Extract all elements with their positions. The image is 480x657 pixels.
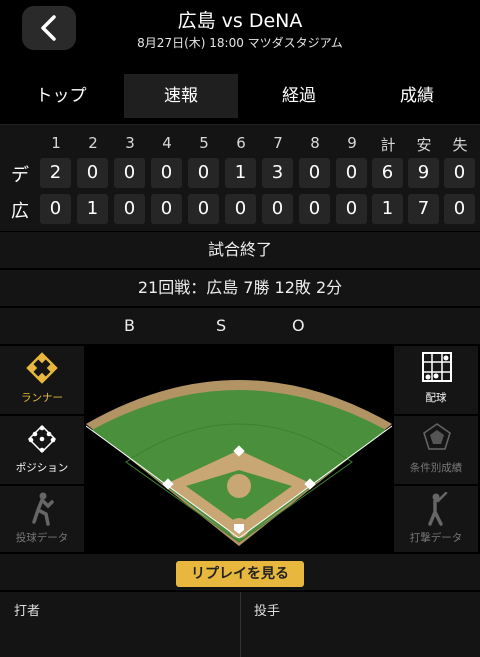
inning-header: 計	[380, 136, 396, 154]
score-cell: 0	[151, 194, 182, 224]
pitch-data-label: 投球データ	[15, 532, 69, 544]
score-cell: 0	[444, 158, 475, 188]
batting-data-button[interactable]: 打撃データ	[394, 486, 478, 552]
score-cell: 0	[336, 158, 367, 188]
team-name: 広	[11, 201, 29, 222]
batter-label: 打者	[14, 604, 41, 619]
pitcher-label: 投手	[254, 604, 281, 619]
runner-label: ランナー	[21, 392, 63, 404]
score-cell: 0	[77, 158, 108, 188]
pitch-data-button[interactable]: 投球データ	[0, 486, 84, 552]
score-cell: 0	[114, 158, 145, 188]
tab-live[interactable]: 速報	[124, 74, 238, 118]
score-cell: 1	[225, 158, 256, 188]
strike-label: S	[216, 316, 227, 335]
tab-top[interactable]: トップ	[4, 74, 118, 118]
position-label: ポジション	[15, 462, 69, 474]
position-diamond-icon	[27, 424, 57, 454]
score-cell: 0	[151, 158, 182, 188]
tab-stats[interactable]: 成績	[360, 74, 474, 118]
back-button[interactable]	[22, 6, 76, 50]
inning-header: 3	[125, 134, 135, 152]
inning-header: 2	[88, 134, 98, 152]
replay-button[interactable]: リプレイを見る	[176, 561, 304, 587]
score-cell: 0	[262, 194, 293, 224]
batting-data-label: 打撃データ	[409, 532, 463, 544]
out-label: O	[292, 316, 305, 335]
score-cell: 7	[408, 194, 439, 224]
inning-header: 7	[273, 134, 283, 152]
score-cell: 0	[114, 194, 145, 224]
chevron-left-icon	[41, 15, 56, 41]
score-cell: 0	[40, 194, 71, 224]
tab-bar: トップ 速報 経過 成績	[0, 68, 480, 124]
tab-progress[interactable]: 経過	[242, 74, 356, 118]
divider	[240, 592, 241, 657]
page-title: 広島 vs DeNA	[177, 10, 303, 32]
split-stats-label: 条件別成績	[409, 462, 463, 474]
field-diagram	[85, 380, 393, 546]
inning-header: 8	[310, 134, 320, 152]
runner-button[interactable]: ランナー	[0, 346, 84, 414]
score-cell: 0	[188, 194, 219, 224]
score-cell: 3	[262, 158, 293, 188]
baseball-field	[85, 346, 393, 552]
ball-label: B	[124, 316, 135, 335]
score-cell: 0	[299, 194, 330, 224]
score-cell: 0	[444, 194, 475, 224]
pitch-sequence-button[interactable]: 配球	[394, 346, 478, 414]
pitch-sequence-label: 配球	[425, 392, 447, 404]
game-info: 8月27日(木) 18:00 マツダスタジアム	[137, 36, 343, 50]
bso-count: B S O	[0, 308, 480, 344]
score-cell: 0	[336, 194, 367, 224]
scoreboard: 123456789計安失デ200001300690広010000000170	[0, 124, 480, 231]
position-button[interactable]: ポジション	[0, 416, 84, 484]
inning-header: 1	[51, 134, 61, 152]
team-name: デ	[11, 165, 29, 186]
score-cell: 0	[188, 158, 219, 188]
pitcher-icon	[32, 492, 54, 526]
score-cell: 9	[408, 158, 439, 188]
batter-icon	[428, 492, 448, 526]
score-cell: 2	[40, 158, 71, 188]
pitch-grid-icon	[422, 352, 452, 382]
inning-header: 安	[416, 136, 432, 154]
inning-header: 失	[452, 136, 468, 154]
score-cell: 0	[299, 158, 330, 188]
score-cell: 6	[372, 158, 403, 188]
split-stats-button[interactable]: 条件別成績	[394, 416, 478, 484]
game-status: 試合終了	[0, 232, 480, 268]
inning-header: 6	[236, 134, 246, 152]
series-record: 21回戦：広島 7勝 12敗 2分	[0, 270, 480, 306]
score-cell: 1	[77, 194, 108, 224]
inning-header: 5	[199, 134, 209, 152]
score-cell: 1	[372, 194, 403, 224]
radar-chart-icon	[423, 423, 451, 450]
inning-header: 9	[347, 134, 357, 152]
score-cell: 0	[225, 194, 256, 224]
runner-diamond-icon	[26, 352, 58, 384]
inning-header: 4	[162, 134, 172, 152]
